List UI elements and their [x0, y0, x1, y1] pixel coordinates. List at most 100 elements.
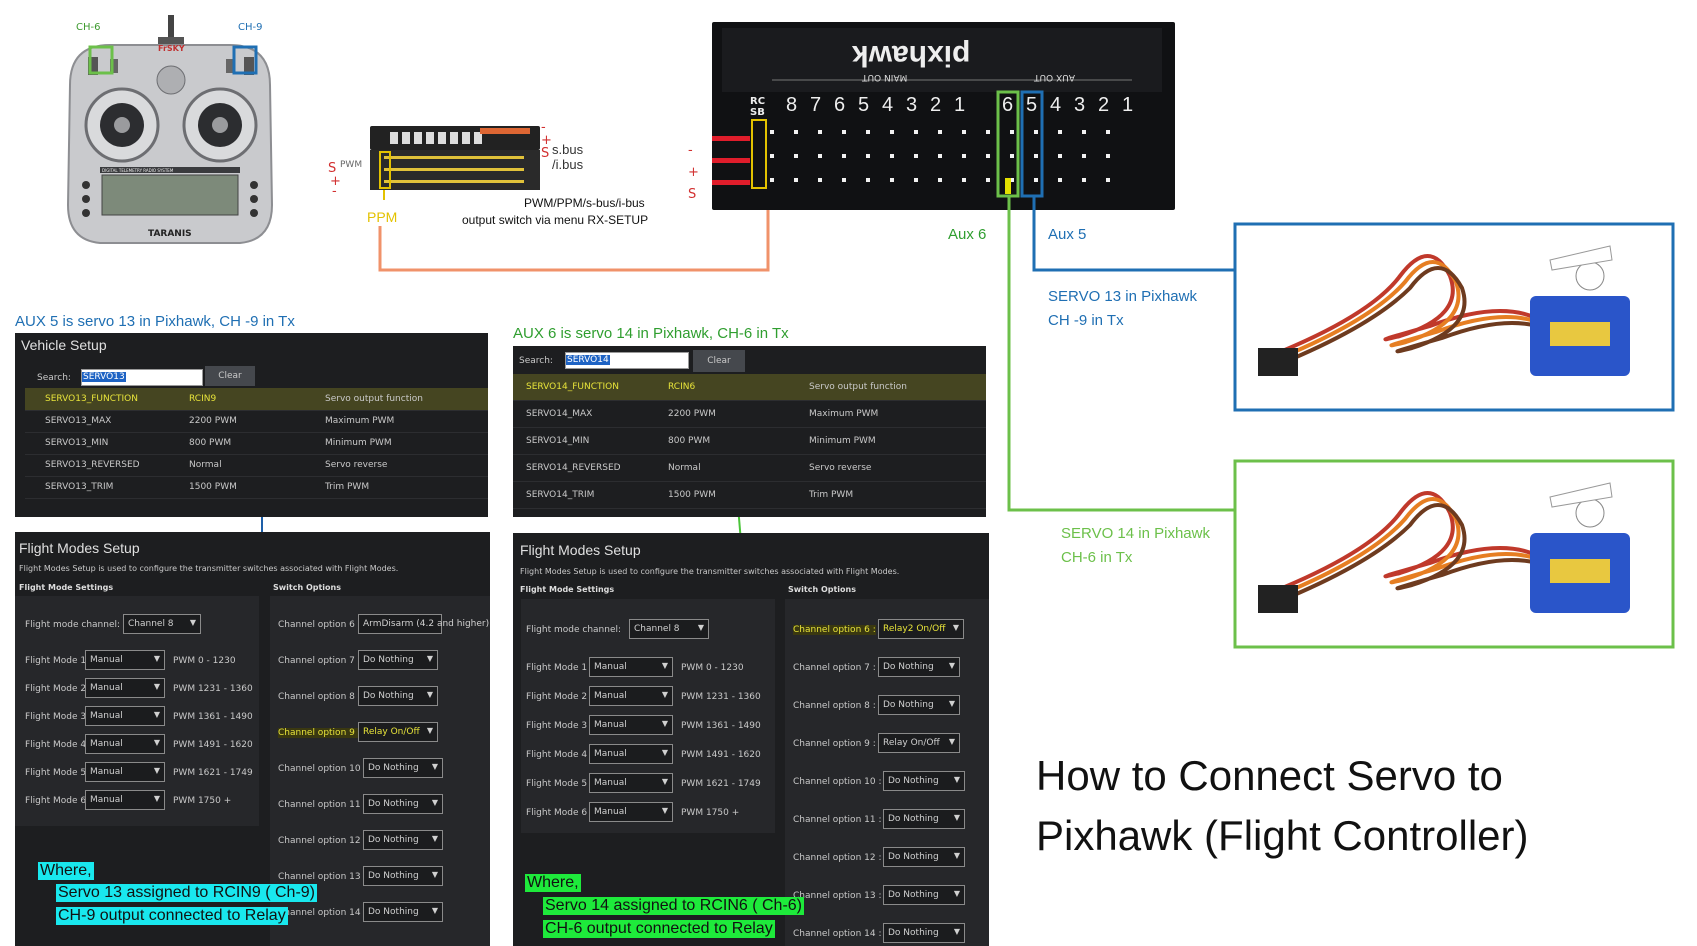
channel-option-label: Channel option 9 : [278, 728, 361, 738]
channel-option-select[interactable]: Relay2 On/Off ▼ [878, 619, 964, 639]
flight-mode-label: Flight Mode 6 [526, 808, 588, 818]
channel-option-select[interactable]: Do Nothing ▼ [358, 686, 438, 706]
param-row[interactable]: SERVO13_REVERSED Normal Servo reverse [25, 454, 488, 477]
chevron-down-icon: ▼ [661, 661, 668, 670]
aux-6: 6 [1002, 94, 1014, 116]
flight-mode-select[interactable]: Manual ▼ [589, 773, 673, 793]
channel-option-label: Channel option 8 : [278, 692, 361, 702]
select-value: Do Nothing [368, 907, 419, 917]
param-desc: Trim PWM [809, 490, 854, 500]
chevron-down-icon: ▼ [953, 889, 960, 898]
param-row[interactable]: SERVO14_MAX 2200 PWM Maximum PWM [513, 401, 986, 428]
param-name: SERVO13_FUNCTION [45, 394, 138, 404]
flight-mode-select[interactable]: Manual ▼ [589, 715, 673, 735]
flight-mode-channel-select[interactable]: Channel 8 ▼ [123, 614, 201, 634]
ch6-label: CH-6 [76, 22, 101, 33]
flight-mode-select[interactable]: Manual ▼ [85, 790, 165, 810]
param-row[interactable]: SERVO13_MAX 2200 PWM Maximum PWM [25, 410, 488, 433]
channel-option-select[interactable]: Do Nothing ▼ [878, 657, 960, 677]
param-row[interactable]: SERVO14_MIN 800 PWM Minimum PWM [513, 428, 986, 455]
flight-mode-select[interactable]: Manual ▼ [85, 706, 165, 726]
note-1-left: Servo 13 assigned to RCIN9 ( Ch-9) [56, 884, 317, 902]
param-row[interactable]: SERVO14_TRIM 1500 PWM Trim PWM [513, 482, 986, 509]
select-value: Manual [90, 683, 123, 693]
channel-option-select[interactable]: Do Nothing ▼ [883, 809, 965, 829]
flight-modes-title: Flight Modes Setup [19, 540, 140, 556]
servo13-label-1: SERVO 13 in Pixhawk [1048, 288, 1197, 305]
main-3: 3 [906, 94, 918, 116]
channel-option-select[interactable]: Do Nothing ▼ [883, 771, 965, 791]
param-row[interactable]: SERVO13_TRIM 1500 PWM Trim PWM [25, 476, 488, 499]
select-value: Relay2 On/Off [883, 624, 946, 634]
clear-button[interactable]: Clear [205, 366, 255, 386]
rc-label: RC SB [750, 96, 766, 118]
clear-button[interactable]: Clear [693, 350, 745, 372]
channel-option-select[interactable]: Do Nothing ▼ [883, 847, 965, 867]
channel-option-select[interactable]: Do Nothing ▼ [358, 650, 438, 670]
flight-mode-select[interactable]: Manual ▼ [85, 650, 165, 670]
select-value: Manual [594, 807, 627, 817]
select-value: Do Nothing [888, 890, 939, 900]
flight-mode-select[interactable]: Manual ▼ [589, 657, 673, 677]
select-value: Manual [594, 691, 627, 701]
pixhawk-logo: pixhawk [852, 39, 971, 72]
select-value: Relay On/Off [363, 727, 420, 737]
channel-option-select[interactable]: Relay On/Off ▼ [878, 733, 960, 753]
select-value: Manual [594, 720, 627, 730]
param-name: SERVO13_MIN [45, 438, 109, 448]
param-value: Normal [189, 460, 222, 470]
chevron-down-icon: ▼ [431, 762, 438, 771]
pixhawk-pin-marks: - + S [688, 140, 699, 206]
param-desc: Servo output function [325, 394, 423, 404]
note-1-mid: Servo 14 assigned to RCIN6 ( Ch-6) [543, 897, 804, 915]
channel-option-select[interactable]: Relay On/Off ▼ [358, 722, 438, 742]
channel-option-label: Channel option 8 : [793, 701, 876, 711]
flight-mode-channel-select[interactable]: Channel 8 ▼ [629, 619, 709, 639]
chevron-down-icon: ▼ [153, 710, 160, 719]
note-where-left: Where, [38, 862, 94, 880]
pwm-range: PWM 1491 - 1620 [173, 740, 253, 750]
param-desc: Minimum PWM [325, 438, 392, 448]
pwm-range: PWM 1621 - 1749 [173, 768, 253, 778]
flight-mode-select[interactable]: Manual ▼ [85, 678, 165, 698]
param-row[interactable]: SERVO14_REVERSED Normal Servo reverse [513, 455, 986, 482]
channel-option-select[interactable]: Do Nothing ▼ [363, 758, 443, 778]
channel-option-select[interactable]: ArmDisarm (4.2 and higher) [358, 614, 489, 634]
flight-mode-select[interactable]: Manual ▼ [589, 744, 673, 764]
param-row[interactable]: SERVO13_MIN 800 PWM Minimum PWM [25, 432, 488, 455]
flight-mode-select[interactable]: Manual ▼ [589, 802, 673, 822]
chevron-down-icon: ▼ [953, 813, 960, 822]
param-value: 800 PWM [189, 438, 232, 448]
pwm-range: PWM 1750 + [173, 796, 232, 806]
channel-option-select[interactable]: Do Nothing ▼ [363, 830, 443, 850]
pwm-range: PWM 1361 - 1490 [173, 712, 253, 722]
flight-mode-select[interactable]: Manual ▼ [85, 734, 165, 754]
chevron-down-icon: ▼ [431, 834, 438, 843]
param-row[interactable]: SERVO13_FUNCTION RCIN9 Servo output func… [25, 388, 488, 411]
flight-mode-channel-label: Flight mode channel: [25, 620, 121, 630]
channel-option-select[interactable]: Do Nothing ▼ [883, 885, 965, 905]
channel-option-select[interactable]: Do Nothing ▼ [883, 923, 965, 943]
chevron-down-icon: ▼ [153, 682, 160, 691]
channel-option-select[interactable]: Do Nothing ▼ [363, 794, 443, 814]
pin-signal: S [688, 187, 697, 202]
sbus-label: s.bus /i.bus [552, 142, 584, 172]
select-value: Do Nothing [888, 776, 939, 786]
pwm-range: PWM 1231 - 1360 [681, 692, 761, 702]
servo-13-image [1250, 236, 1660, 402]
flight-mode-select[interactable]: Manual ▼ [85, 762, 165, 782]
channel-option-select[interactable]: Do Nothing ▼ [878, 695, 960, 715]
chevron-down-icon: ▼ [953, 927, 960, 936]
pin-minus: - [688, 143, 693, 158]
pin-plus: + [688, 165, 699, 180]
aux5-label: Aux 5 [1048, 226, 1087, 243]
search-input[interactable]: SERVO14 [565, 352, 689, 369]
flight-modes-desc: Flight Modes Setup is used to configure … [520, 567, 900, 576]
receiver-right-marks: - + S [541, 120, 552, 161]
flight-mode-select[interactable]: Manual ▼ [589, 686, 673, 706]
chevron-down-icon: ▼ [948, 737, 955, 746]
channel-option-select[interactable]: Do Nothing ▼ [363, 866, 443, 886]
search-input[interactable]: SERVO13 [81, 369, 203, 386]
channel-option-select[interactable]: Do Nothing ▼ [363, 902, 443, 922]
param-row[interactable]: SERVO14_FUNCTION RCIN6 Servo output func… [513, 374, 986, 401]
